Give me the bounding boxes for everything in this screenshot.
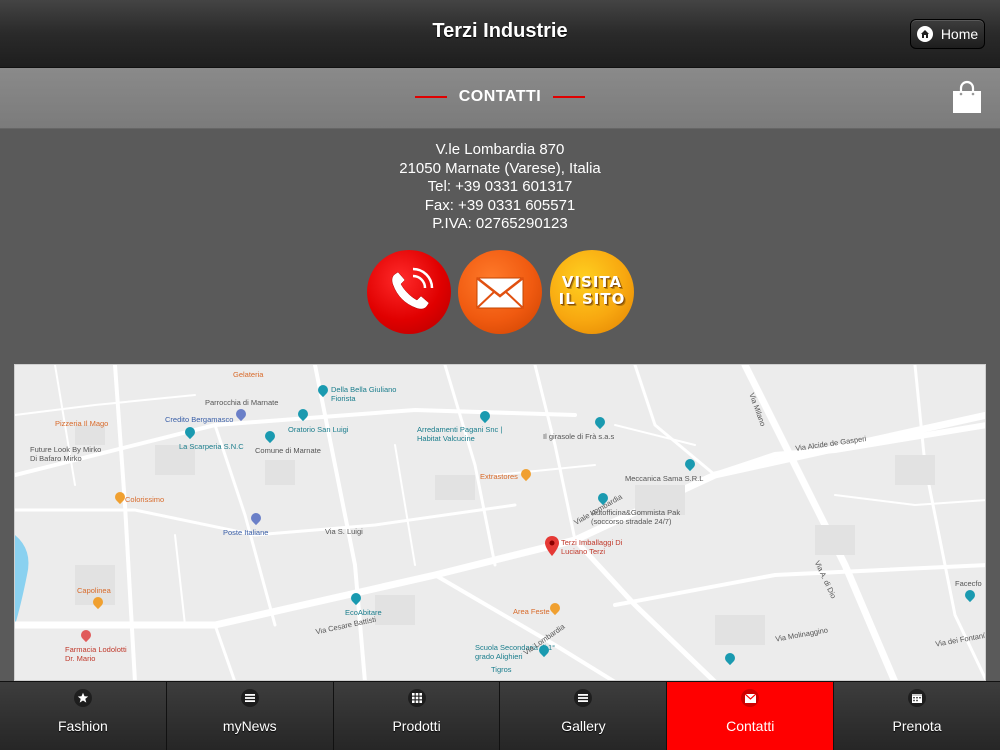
nav-item-fashion[interactable]: Fashion — [0, 682, 167, 750]
visit-site-line1: VISITA — [561, 273, 623, 291]
map-poi-icon — [93, 597, 103, 609]
home-button-label: Home — [940, 26, 979, 42]
map-label: Parrocchia di Marnate — [205, 398, 279, 407]
list-icon — [240, 689, 259, 707]
map-poi-icon — [965, 590, 975, 602]
shopping-bag-icon[interactable] — [951, 80, 983, 114]
nav-item-gallery[interactable]: Gallery — [500, 682, 668, 750]
list-icon — [574, 689, 593, 707]
map-label: Scuola Secondaria di 1° grado Alighieri — [475, 643, 556, 661]
map-roads — [15, 365, 985, 680]
address-line: V.le Lombardia 870 — [435, 141, 565, 158]
map-label: Meccanica Sama S.R.L — [625, 474, 704, 483]
map-label: Arredamenti Pagani Snc | Habitat Valcuci… — [417, 425, 503, 443]
title-decor-left — [414, 95, 447, 98]
map-poi-icon — [351, 593, 361, 605]
nav-item-contatti[interactable]: Contatti — [667, 682, 835, 750]
map-poi-icon — [521, 469, 531, 481]
map-label: Colorissimo — [125, 495, 165, 504]
map-label: Autofficina&Gommista Pak (soccorso strad… — [591, 508, 681, 526]
map-poi-icon — [598, 493, 608, 505]
section-title: CONTATTI — [0, 88, 1000, 106]
map-label: Gelateria — [233, 370, 264, 379]
nav-item-mynews[interactable]: myNews — [167, 682, 334, 750]
map-poi-icon — [81, 630, 91, 642]
envelope-icon — [741, 689, 760, 707]
map-poi-icon — [265, 431, 275, 443]
star-icon — [73, 689, 92, 707]
map-label: Poste Italiane — [223, 528, 269, 537]
map-poi-icon — [236, 409, 246, 421]
bottom-nav: Fashion myNews Prodotti Gallery Contatti — [0, 681, 1000, 750]
map-poi-icon — [115, 492, 125, 504]
city-line: 21050 Marnate (Varese), Italia — [399, 159, 601, 177]
map-label: Oratorio San Luigi — [288, 425, 349, 434]
nav-item-prenota[interactable]: Prenota — [834, 682, 1000, 750]
visit-site-label: VISITA IL SITO — [550, 274, 634, 308]
contact-info: V.le Lombardia 870 21050 Marnate (Varese… — [0, 141, 1000, 234]
map-label: Future Look By Mirko Di Bafaro Mirko — [30, 445, 102, 463]
map-label: Terzi Imballaggi Di Luciano Terzi — [561, 538, 623, 556]
tel-line: Tel: +39 0331 601317 — [427, 178, 573, 195]
visit-site-line2: IL SITO — [558, 290, 626, 308]
nav-label: Gallery — [561, 718, 606, 734]
map-label: EcoAbitare — [345, 608, 382, 617]
map-label: Il girasole di Frà s.a.s — [543, 432, 615, 441]
fax-line: Fax: +39 0331 605571 — [424, 196, 576, 214]
nav-label: Prodotti — [392, 718, 441, 734]
location-pin-icon[interactable] — [545, 536, 559, 556]
nav-label: Fashion — [58, 718, 108, 734]
piva-line: P.IVA: 02765290123 — [432, 215, 568, 232]
map-poi-icon — [725, 653, 735, 665]
email-button[interactable] — [458, 250, 542, 334]
location-map[interactable]: Gelateria Della Bella Giuliano Fiorista … — [14, 364, 986, 681]
map-label: Credito Bergamasco — [165, 415, 234, 424]
section-bar: CONTATTI — [0, 68, 1000, 129]
phone-icon — [391, 267, 434, 310]
map-label: Comune di Marnate — [255, 446, 321, 455]
map-poi-icon — [685, 459, 695, 471]
map-label: Via S. Luigi — [325, 527, 363, 536]
home-icon — [916, 26, 933, 42]
home-button[interactable]: Home — [910, 19, 985, 49]
visit-site-button[interactable]: VISITA IL SITO — [550, 250, 634, 334]
map-label: Farmacia Lodolotti Dr. Mario — [65, 645, 127, 663]
map-poi-icon — [251, 513, 261, 525]
map-label: Extrastores — [480, 472, 518, 481]
map-label: Facecfo — [955, 579, 982, 588]
calendar-icon — [908, 689, 927, 707]
map-poi-icon — [550, 603, 560, 615]
map-label: Tigros — [491, 665, 512, 674]
app-header: Terzi Industrie Home — [0, 0, 1000, 68]
map-label: Capolinea — [77, 586, 111, 595]
map-label: Area Feste — [513, 607, 550, 616]
map-poi-icon — [318, 385, 328, 397]
title-decor-right — [553, 95, 586, 98]
map-poi-icon — [595, 417, 605, 429]
nav-label: Contatti — [726, 718, 775, 734]
map-poi-icon — [185, 427, 195, 439]
map-label: La Scarperia S.N.C — [179, 442, 244, 451]
nav-label: myNews — [222, 718, 277, 734]
call-button[interactable] — [367, 250, 451, 334]
nav-label: Prenota — [892, 718, 942, 734]
map-poi-icon — [298, 409, 308, 421]
map-label: Pizzeria Il Mago — [55, 419, 109, 428]
map-poi-icon — [480, 411, 490, 423]
section-title-text: CONTATTI — [458, 88, 542, 105]
grid-icon — [407, 689, 426, 707]
app-title: Terzi Industrie — [432, 20, 568, 42]
envelope-icon — [476, 277, 524, 309]
map-label: Della Bella Giuliano Fiorista — [331, 385, 397, 403]
nav-item-prodotti[interactable]: Prodotti — [334, 682, 501, 750]
action-buttons: VISITA IL SITO — [367, 250, 637, 334]
map-poi-icon — [539, 645, 549, 657]
